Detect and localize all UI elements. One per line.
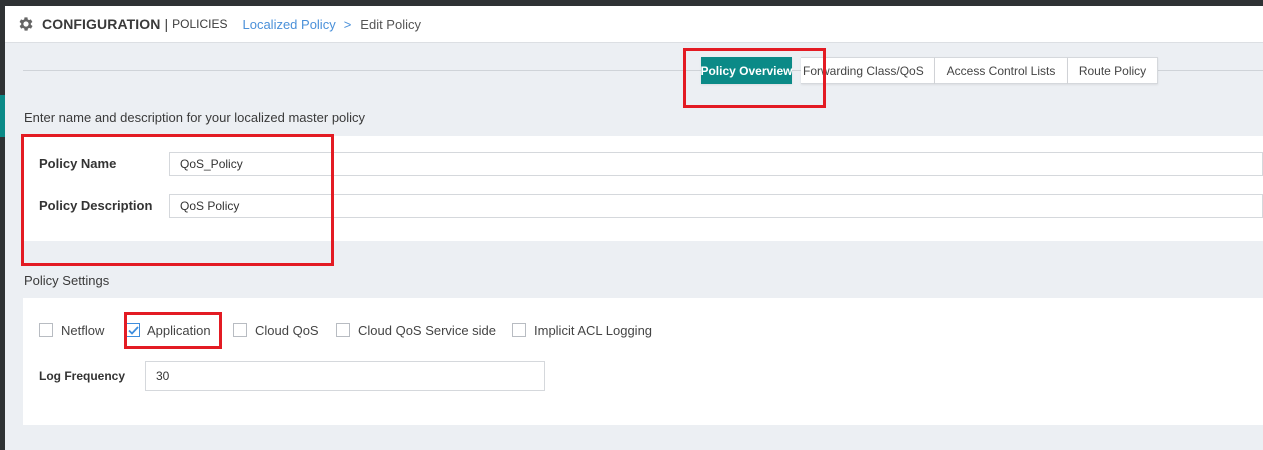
checkbox-box[interactable] (126, 323, 140, 337)
gear-icon (19, 17, 33, 31)
tab-route-policy[interactable]: Route Policy (1068, 57, 1158, 84)
checkbox-box[interactable] (336, 323, 350, 337)
overview-section-title: Enter name and description for your loca… (24, 110, 366, 125)
policy-tabs: Policy Overview Forwarding Class/QoS Acc… (700, 57, 1158, 84)
checkbox-box[interactable] (39, 323, 53, 337)
breadcrumb-localized-policy[interactable]: Localized Policy (242, 17, 335, 32)
tab-policy-overview[interactable]: Policy Overview (700, 57, 793, 84)
log-frequency-input[interactable] (145, 361, 545, 391)
tab-forwarding-class-qos[interactable]: Forwarding Class/QoS (801, 57, 935, 84)
left-rail (0, 6, 5, 450)
left-rail-accent (0, 95, 5, 137)
header-separator: | (164, 16, 169, 32)
checkbox-netflow[interactable]: Netflow (39, 321, 104, 339)
tab-access-control-lists[interactable]: Access Control Lists (935, 57, 1068, 84)
settings-section-title: Policy Settings (24, 273, 110, 288)
checkbox-label: Implicit ACL Logging (534, 322, 653, 338)
checkbox-implicit-acl-logging[interactable]: Implicit ACL Logging (512, 321, 652, 339)
policy-description-input[interactable] (169, 194, 1263, 218)
checkbox-cloud-qos[interactable]: Cloud QoS (233, 321, 319, 339)
checkbox-box[interactable] (512, 323, 526, 337)
breadcrumb-current: Edit Policy (360, 16, 421, 32)
checkbox-label: Cloud QoS (255, 322, 319, 338)
policy-name-input[interactable] (169, 152, 1263, 176)
page-subtitle: POLICIES (172, 17, 228, 31)
breadcrumb-arrow: > (343, 16, 352, 32)
page-title: CONFIGURATION (42, 16, 161, 32)
checkbox-cloud-qos-service-side[interactable]: Cloud QoS Service side (336, 321, 496, 339)
check-icon (127, 325, 139, 335)
log-frequency-label: Log Frequency (39, 369, 126, 383)
policy-description-label: Policy Description (39, 198, 153, 213)
checkbox-box[interactable] (233, 323, 247, 337)
checkbox-label: Application (147, 322, 211, 338)
checkbox-application[interactable]: Application (126, 321, 211, 339)
policy-name-label: Policy Name (39, 156, 117, 171)
page-header: CONFIGURATION | POLICIES Localized Polic… (5, 6, 1263, 43)
checkbox-label: Cloud QoS Service side (358, 322, 497, 338)
checkbox-label: Netflow (61, 322, 105, 338)
